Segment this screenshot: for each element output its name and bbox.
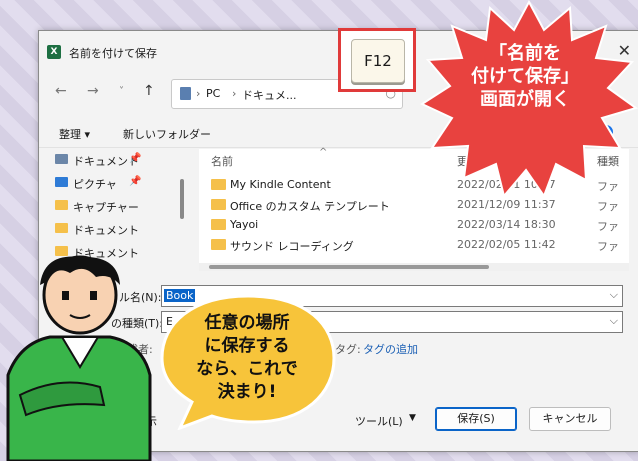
chevron-down-icon[interactable]: ▼ — [409, 413, 416, 423]
starburst-text: 「名前を 付けて保存」 画面が開く — [440, 42, 610, 111]
folder-icon — [55, 200, 68, 210]
file-date: 2022/03/14 18:30 — [457, 218, 556, 231]
file-name: Yayoi — [230, 218, 259, 231]
sidebar-item-label: ドキュメント — [73, 224, 139, 237]
column-header-name[interactable]: 名前 — [211, 153, 233, 169]
folder-icon — [211, 199, 226, 210]
address-segment-documents[interactable]: ドキュメ... — [242, 87, 297, 103]
starburst-line: 付けて保存」 — [471, 66, 579, 87]
sidebar-item-label: キャプチャー — [73, 201, 139, 214]
navigation-pane: ドキュメント 📌 ピクチャ 📌 キャプチャー ドキュメント ドキュメント — [39, 149, 189, 269]
starburst-line: 「名前を — [489, 43, 561, 64]
save-button[interactable]: 保存(S) — [435, 407, 517, 431]
table-row[interactable]: Yayoi 2022/03/14 18:30 ファ — [199, 215, 629, 235]
tags-add-link[interactable]: タグの追加 — [363, 341, 418, 357]
bubble-line: なら、これで — [196, 359, 298, 379]
table-row[interactable]: サウンド レコーディング 2022/02/05 11:42 ファ — [199, 235, 629, 255]
document-icon — [55, 154, 68, 164]
sidebar-item-capture[interactable]: キャプチャー — [55, 199, 139, 215]
tools-menu[interactable]: ツール(L) — [355, 413, 403, 429]
person-illustration — [6, 255, 152, 461]
bubble-line: 任意の場所 — [204, 313, 290, 333]
pin-icon[interactable]: 📌 — [129, 153, 141, 164]
chevron-right-icon: › — [232, 87, 237, 100]
file-type: ファ — [597, 220, 619, 233]
recent-dropdown-icon[interactable]: ˅ — [119, 86, 124, 97]
address-segment-pc[interactable]: PC — [206, 87, 220, 100]
file-type: ファ — [597, 200, 619, 213]
file-type: ファ — [597, 240, 619, 253]
folder-icon — [211, 239, 226, 250]
picture-icon — [55, 177, 68, 187]
pin-icon[interactable]: 📌 — [129, 176, 141, 187]
chevron-down-icon[interactable]: ⌵ — [610, 314, 618, 328]
tags-label: タグ: — [335, 343, 361, 356]
up-icon[interactable]: ↑ — [143, 83, 155, 99]
f12-key-callout: F12 — [338, 28, 416, 92]
bubble-text: 任意の場所 に保存する なら、これで 決まり! — [178, 312, 316, 404]
scrollbar-thumb[interactable] — [180, 179, 184, 219]
chevron-down-icon[interactable]: ⌵ — [610, 288, 618, 302]
bubble-line: に保存する — [204, 336, 290, 356]
bubble-line: 決まり! — [217, 382, 277, 402]
cancel-button[interactable]: キャンセル — [529, 407, 611, 431]
f12-key: F12 — [351, 39, 405, 83]
back-icon[interactable]: ← — [55, 83, 67, 99]
sidebar-item-pictures[interactable]: ピクチャ — [55, 176, 117, 192]
sidebar-item-label: ピクチャ — [73, 178, 117, 191]
dialog-title: 名前を付けて保存 — [69, 47, 157, 60]
forward-icon[interactable]: → — [87, 83, 99, 99]
file-name: サウンド レコーディング — [230, 240, 354, 253]
folder-icon — [55, 223, 68, 233]
sidebar-item-documents-2[interactable]: ドキュメント — [55, 222, 139, 238]
sort-up-icon: ^ — [319, 147, 328, 158]
chevron-right-icon: › — [196, 87, 201, 100]
horizontal-scrollbar[interactable] — [199, 263, 629, 271]
pc-icon — [180, 87, 191, 100]
file-name: My Kindle Content — [230, 178, 331, 191]
organize-menu[interactable]: 整理 ▾ — [59, 126, 90, 142]
folder-icon — [211, 179, 226, 190]
sidebar-scrollbar[interactable] — [179, 149, 185, 267]
file-date: 2022/02/05 11:42 — [457, 238, 556, 251]
file-name: Office のカスタム テンプレート — [230, 200, 390, 213]
new-folder-button[interactable]: 新しいフォルダー — [123, 126, 211, 142]
starburst-line: 画面が開く — [480, 89, 570, 110]
folder-icon — [211, 219, 226, 230]
scrollbar-thumb[interactable] — [209, 265, 489, 269]
excel-icon: X — [47, 45, 61, 59]
